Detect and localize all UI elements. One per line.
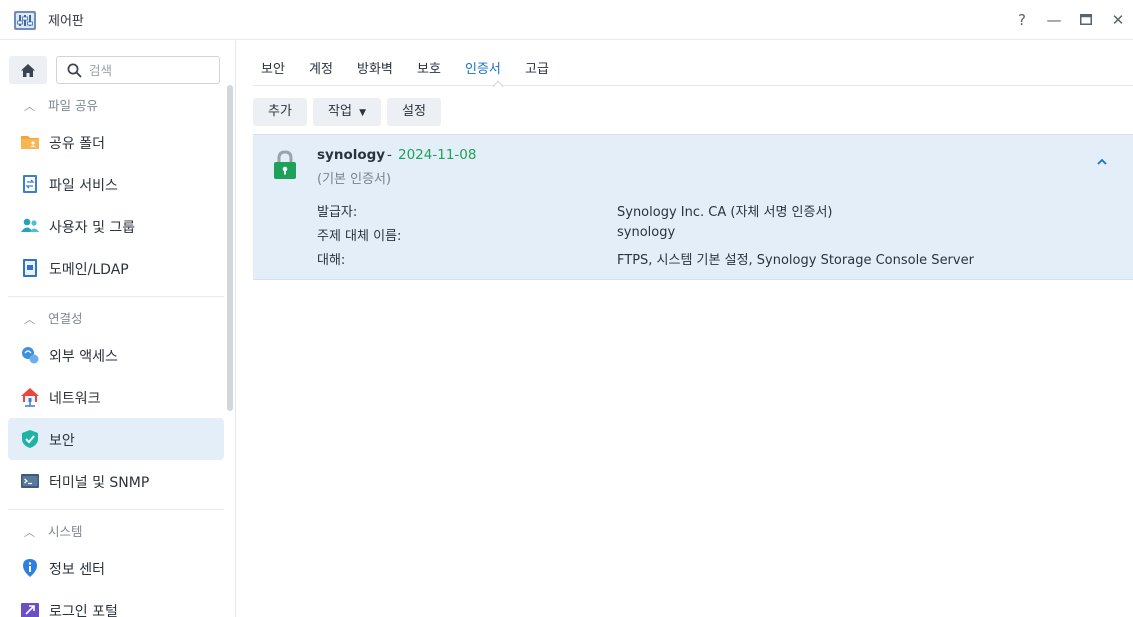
tab-advanced[interactable]: 고급 [525, 58, 549, 77]
close-button[interactable]: ✕ [1105, 8, 1131, 32]
sidebar-item-label: 터미널 및 SNMP [49, 475, 150, 491]
sidebar-divider [8, 509, 224, 510]
chevron-up-icon[interactable] [1095, 155, 1109, 169]
issuer-label: 발급자: [317, 205, 358, 220]
sidebar-item-label: 사용자 및 그룹 [49, 220, 136, 236]
chevron-up-icon: ︿ [24, 313, 35, 326]
main-content: 보안 계정 방화벽 보호 인증서 고급 추가 작업 ▼ 설정 synology … [237, 41, 1133, 617]
search-input[interactable] [89, 61, 215, 79]
sidebar: ︿ 파일 공유 공유 폴더 파일 서비스 사용자 및 그룹 도메인/LDAP [0, 41, 236, 617]
external-access-icon [22, 347, 39, 364]
shield-icon [22, 430, 38, 448]
sidebar-item-info-center[interactable]: 정보 센터 [8, 547, 224, 589]
sidebar-item-network[interactable]: 네트워크 [8, 376, 224, 418]
sidebar-item-shared-folder[interactable]: 공유 폴더 [8, 121, 224, 163]
sidebar-item-security[interactable]: 보안 [8, 418, 224, 460]
add-button[interactable]: 추가 [253, 98, 307, 126]
login-portal-icon [21, 603, 39, 617]
sidebar-item-label: 정보 센터 [49, 562, 105, 578]
tab-certificate[interactable]: 인증서 [465, 58, 501, 77]
network-house-icon [21, 388, 39, 407]
sidebar-item-label: 공유 폴더 [49, 136, 105, 152]
sidebar-item-label: 파일 서비스 [49, 178, 118, 194]
sidebar-item-file-services[interactable]: 파일 서비스 [8, 163, 224, 205]
help-button[interactable]: ? [1009, 8, 1035, 32]
section-label: 파일 공유 [48, 98, 98, 113]
lock-icon [274, 150, 296, 179]
services-label: 대해: [317, 253, 346, 268]
action-label: 작업 [328, 104, 352, 119]
sidebar-item-label: 네트워크 [49, 391, 101, 407]
home-button[interactable] [9, 56, 47, 84]
san-label: 주제 대체 이름: [317, 229, 402, 244]
info-icon [23, 559, 37, 577]
tab-security[interactable]: 보안 [261, 58, 285, 77]
control-panel-icon [14, 11, 36, 30]
tab-protection[interactable]: 보호 [417, 58, 441, 77]
tab-firewall[interactable]: 방화벽 [357, 58, 393, 77]
minimize-button[interactable]: — [1041, 8, 1067, 32]
section-header-system[interactable]: ︿ 시스템 [24, 521, 83, 541]
settings-button[interactable]: 설정 [387, 98, 441, 126]
sidebar-divider [8, 296, 224, 297]
terminal-icon [21, 474, 39, 488]
maximize-icon [1080, 14, 1092, 25]
certificate-card[interactable]: synology - 2024-11-08 (기본 인증서) 발급자: Syno… [253, 134, 1133, 280]
title-bar: 제어판 ? — ✕ [0, 0, 1133, 40]
issuer-value: Synology Inc. CA (자체 서명 인증서) [617, 205, 833, 220]
home-icon [21, 64, 35, 77]
certificate-separator: - [387, 147, 392, 163]
certificate-date: 2024-11-08 [398, 147, 477, 163]
sidebar-item-login-portal[interactable]: 로그인 포털 [8, 589, 224, 617]
folder-icon [21, 136, 39, 149]
san-value: synology [617, 225, 676, 240]
sidebar-item-terminal-snmp[interactable]: 터미널 및 SNMP [8, 460, 224, 502]
sidebar-item-label: 도메인/LDAP [49, 262, 129, 278]
window-title: 제어판 [48, 14, 84, 29]
sidebar-scrollbar[interactable] [227, 85, 233, 411]
sidebar-item-label: 보안 [49, 433, 75, 449]
sidebar-item-domain-ldap[interactable]: 도메인/LDAP [8, 247, 224, 289]
tab-bar: 보안 계정 방화벽 보호 인증서 고급 [253, 41, 1133, 87]
maximize-button[interactable] [1073, 8, 1099, 32]
sidebar-item-label: 로그인 포털 [49, 604, 118, 617]
sidebar-item-external-access[interactable]: 외부 액세스 [8, 334, 224, 376]
domain-icon [23, 259, 37, 277]
section-header-connectivity[interactable]: ︿ 연결성 [24, 308, 83, 328]
section-header-file-sharing[interactable]: ︿ 파일 공유 [24, 95, 98, 115]
search-box[interactable] [56, 56, 220, 84]
services-value: FTPS, 시스템 기본 설정, Synology Storage Consol… [617, 253, 974, 268]
caret-down-icon: ▼ [359, 108, 366, 118]
section-label: 시스템 [48, 524, 83, 539]
chevron-up-icon: ︿ [24, 100, 35, 113]
sidebar-item-label: 외부 액세스 [49, 349, 118, 365]
file-services-icon [23, 175, 37, 193]
tab-account[interactable]: 계정 [309, 58, 333, 77]
section-label: 연결성 [48, 311, 83, 326]
users-icon [21, 218, 39, 232]
search-icon [67, 63, 82, 78]
action-dropdown[interactable]: 작업 ▼ [313, 98, 381, 126]
active-tab-indicator [493, 80, 503, 87]
chevron-up-icon: ︿ [24, 526, 35, 539]
sidebar-item-users-groups[interactable]: 사용자 및 그룹 [8, 205, 224, 247]
certificate-subtitle: (기본 인증서) [317, 172, 392, 187]
certificate-name: synology [317, 147, 386, 163]
